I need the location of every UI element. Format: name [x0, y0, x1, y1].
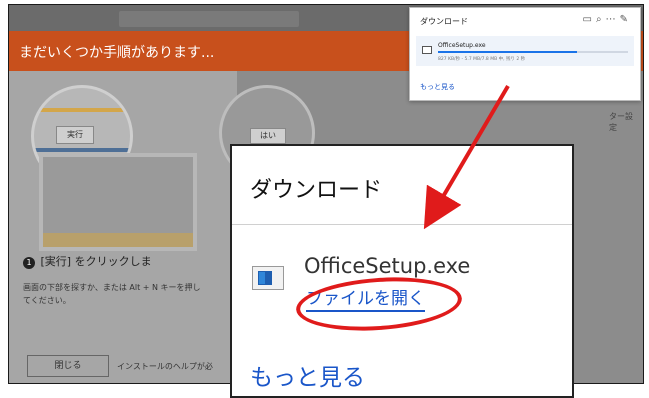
step-description: 画面の下部を探すか、または Alt + N キーを押してください。 — [23, 283, 201, 305]
close-button[interactable]: 閉じる — [27, 355, 109, 377]
magnifier-bar — [34, 108, 130, 112]
see-more-link[interactable]: もっと見る — [420, 82, 455, 92]
help-text[interactable]: インストールのヘルプが必 — [117, 361, 213, 372]
download-progress-fill — [438, 51, 577, 53]
step-heading: 1 [実行] をクリックしま — [23, 253, 152, 269]
right-chip: ター設定 — [609, 112, 633, 132]
yes-button: はい — [250, 128, 286, 144]
download-status: 827 KB/秒 - 5.7 MB/7.8 MB 中, 残り 2 秒 — [438, 57, 526, 62]
pin-icon[interactable]: ✎ — [620, 14, 632, 25]
office-setup-file-icon — [252, 266, 284, 290]
zoom-filename: OfficeSetup.exe — [304, 254, 471, 278]
mock-taskbar — [43, 233, 193, 247]
divider — [232, 224, 572, 225]
banner-title: まだいくつか手順があります... — [19, 45, 215, 61]
downloads-title: ダウンロード — [420, 17, 468, 26]
step-number-badge: 1 — [23, 257, 35, 269]
step-label: [実行] をクリックしま — [40, 255, 152, 268]
search-icon[interactable]: ⌕ — [596, 14, 606, 25]
flyout-toolbar-icons[interactable]: ▭⌕⋯✎ — [583, 14, 632, 25]
run-button: 実行 — [56, 126, 94, 144]
mock-window-illustration — [39, 153, 197, 251]
more-icon[interactable]: ⋯ — [606, 14, 620, 25]
downloads-zoom-panel: ダウンロード OfficeSetup.exe ファイルを開く もっと見る — [230, 144, 574, 398]
zoom-title: ダウンロード — [250, 178, 383, 203]
file-icon-stripe — [259, 272, 265, 284]
address-bar[interactable] — [119, 11, 299, 27]
file-icon — [422, 46, 432, 54]
download-filename: OfficeSetup.exe — [438, 42, 486, 49]
download-progress-bar — [438, 51, 628, 53]
magnifier-strip — [34, 148, 130, 152]
folder-icon[interactable]: ▭ — [583, 14, 596, 25]
see-more-link-large[interactable]: もっと見る — [250, 358, 365, 392]
downloads-flyout: ダウンロード ▭⌕⋯✎ OfficeSetup.exe 827 KB/秒 - 5… — [409, 7, 641, 101]
download-item[interactable]: OfficeSetup.exe 827 KB/秒 - 5.7 MB/7.8 MB… — [416, 36, 634, 66]
